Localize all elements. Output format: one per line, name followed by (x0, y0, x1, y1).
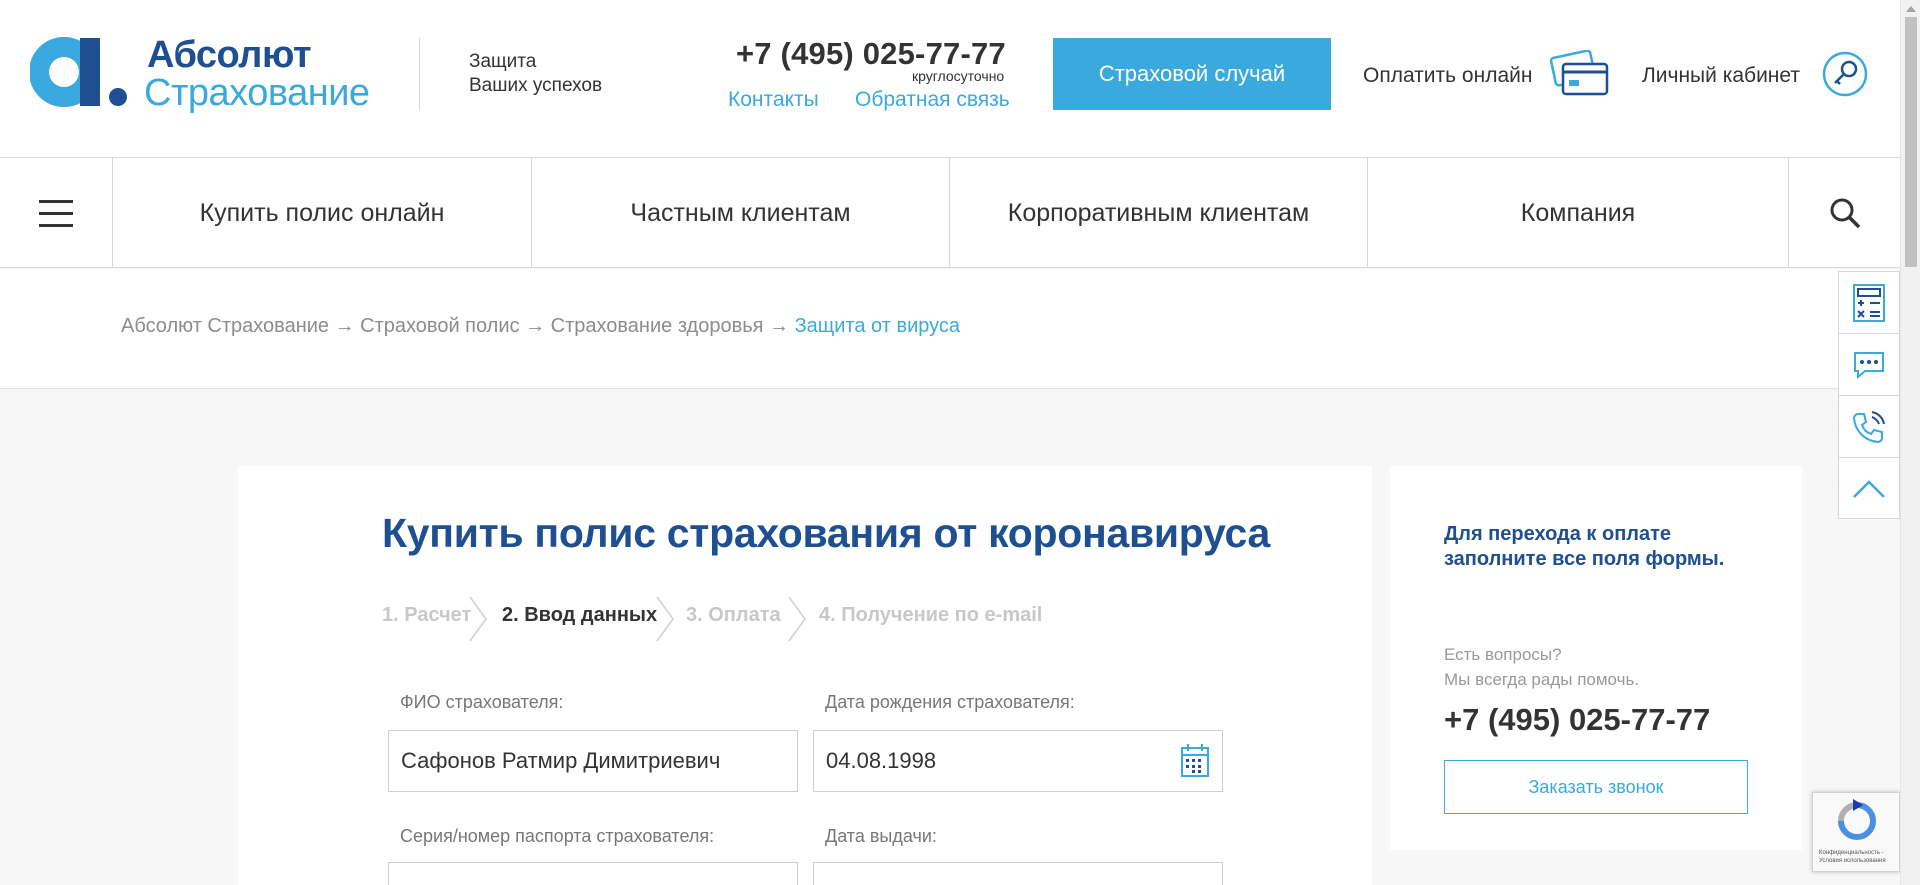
logo[interactable]: Абсолют Страхование (30, 34, 400, 116)
phone-call-icon (1852, 410, 1885, 443)
call-button[interactable] (1839, 396, 1899, 458)
main-nav: Купить полис онлайн Частным клиентам Кор… (0, 158, 1900, 268)
scroll-thumb[interactable] (1905, 17, 1917, 267)
header-phone-note: круглосуточно (912, 68, 1005, 84)
hamburger-menu-button[interactable] (0, 158, 113, 268)
hamburger-icon (39, 200, 73, 227)
recaptcha-logo-icon (1838, 799, 1876, 840)
step-data-entry: 2. Ввод данных (502, 604, 658, 626)
passport-label: Серия/номер паспорта страхователя: (400, 826, 715, 846)
step-email-delivery: 4. Получение по e-mail (819, 604, 1043, 626)
breadcrumb-item-health[interactable]: Страхование здоровья (551, 315, 764, 337)
logo-text-line2: Страхование (144, 72, 370, 114)
chevron-up-icon (1853, 480, 1885, 498)
step-chevron-icon (469, 596, 487, 642)
help-text: Есть вопросы? Мы всегда рады помочь. (1444, 642, 1639, 692)
contacts-link[interactable]: Контакты (728, 88, 819, 112)
nav-item-private-clients[interactable]: Частным клиентам (532, 158, 950, 268)
callback-button[interactable]: Заказать звонок (1444, 760, 1748, 814)
logo-mark-icon (30, 37, 127, 107)
site-header: Абсолют Страхование Защита Ваших успехов… (0, 0, 1900, 158)
tagline-line1: Защита (469, 51, 537, 72)
recaptcha-terms[interactable]: Условия использования (1819, 857, 1886, 865)
personal-cabinet-link[interactable]: Личный кабинет (1642, 64, 1800, 88)
pay-online-link[interactable]: Оплатить онлайн (1363, 64, 1532, 88)
scroll-up-arrow[interactable] (1901, 0, 1920, 17)
feedback-link[interactable]: Обратная связь (855, 88, 1010, 112)
step-calculation[interactable]: 1. Расчет (382, 604, 471, 627)
credit-card-icon[interactable] (1549, 50, 1611, 98)
step-chevron-icon (788, 596, 806, 642)
help-text-line2: Мы всегда рады помочь. (1444, 670, 1640, 689)
chat-button[interactable] (1839, 334, 1899, 396)
birth-date-field[interactable]: 04.08.1998 (813, 730, 1223, 792)
step-chevron-icon (656, 596, 674, 642)
triangle-up-icon (1906, 5, 1916, 12)
tagline-line2: Ваших успехов (469, 75, 603, 96)
scroll-top-button[interactable] (1839, 458, 1899, 520)
breadcrumb-bar: Абсолют Страхование → Страховой полис → … (0, 269, 1900, 389)
breadcrumb: Абсолют Страхование → Страховой полис → … (121, 315, 960, 338)
nav-item-corporate-clients[interactable]: Корпоративным клиентам (950, 158, 1368, 268)
page-title: Купить полис страхования от коронавируса (382, 510, 1270, 556)
breadcrumb-separator: → (334, 315, 355, 337)
passport-field[interactable] (388, 862, 798, 885)
breadcrumb-item-policy[interactable]: Страховой полис (360, 315, 519, 337)
payment-hint: Для перехода к оплате заполните все поля… (1444, 523, 1725, 570)
fio-label: ФИО страхователя: (400, 692, 564, 712)
search-button[interactable] (1788, 158, 1900, 268)
logo-text-line1: Абсолют (147, 34, 312, 76)
key-icon[interactable] (1822, 51, 1868, 97)
payment-info-card: Для перехода к оплате заполните все поля… (1390, 466, 1802, 850)
insurance-case-button[interactable]: Страховой случай (1053, 38, 1331, 110)
help-text-line1: Есть вопросы? (1444, 645, 1562, 664)
calculator-button[interactable] (1839, 272, 1899, 334)
side-phone[interactable]: +7 (495) 025-77-77 (1444, 702, 1710, 738)
fio-field[interactable]: Сафонов Ратмир Димитриевич (388, 730, 798, 792)
logo-divider (419, 38, 420, 110)
header-phone[interactable]: +7 (495) 025-77-77 (736, 36, 1006, 72)
floating-toolbar (1838, 271, 1900, 519)
breadcrumb-current: Защита от вируса (794, 315, 961, 337)
search-icon (1830, 198, 1860, 229)
issue-date-field[interactable] (813, 862, 1223, 885)
nav-item-company[interactable]: Компания (1368, 158, 1788, 268)
recaptcha-text: Конфиденциальность - Условия использован… (1819, 849, 1886, 865)
birth-date-value: 04.08.1998 (826, 748, 937, 773)
calendar-icon[interactable] (1180, 743, 1210, 779)
chat-bubble-icon (1854, 351, 1884, 379)
scrollbar[interactable] (1900, 0, 1920, 885)
issue-date-label: Дата выдачи: (825, 826, 937, 846)
recaptcha-privacy[interactable]: Конфиденциальность - (1819, 849, 1886, 857)
breadcrumb-item-home[interactable]: Абсолют Страхование (121, 315, 329, 337)
birth-date-label: Дата рождения страхователя: (825, 692, 1075, 712)
breadcrumb-separator: → (525, 315, 546, 337)
breadcrumb-separator: → (769, 315, 790, 337)
step-payment: 3. Оплата (686, 604, 781, 626)
recaptcha-badge[interactable]: Конфиденциальность - Условия использован… (1812, 792, 1900, 872)
nav-item-buy-online[interactable]: Купить полис онлайн (113, 158, 532, 268)
form-card: Купить полис страхования от коронавируса… (238, 466, 1372, 885)
tagline: Защита Ваших успехов (469, 50, 602, 98)
calculator-icon (1853, 283, 1885, 322)
